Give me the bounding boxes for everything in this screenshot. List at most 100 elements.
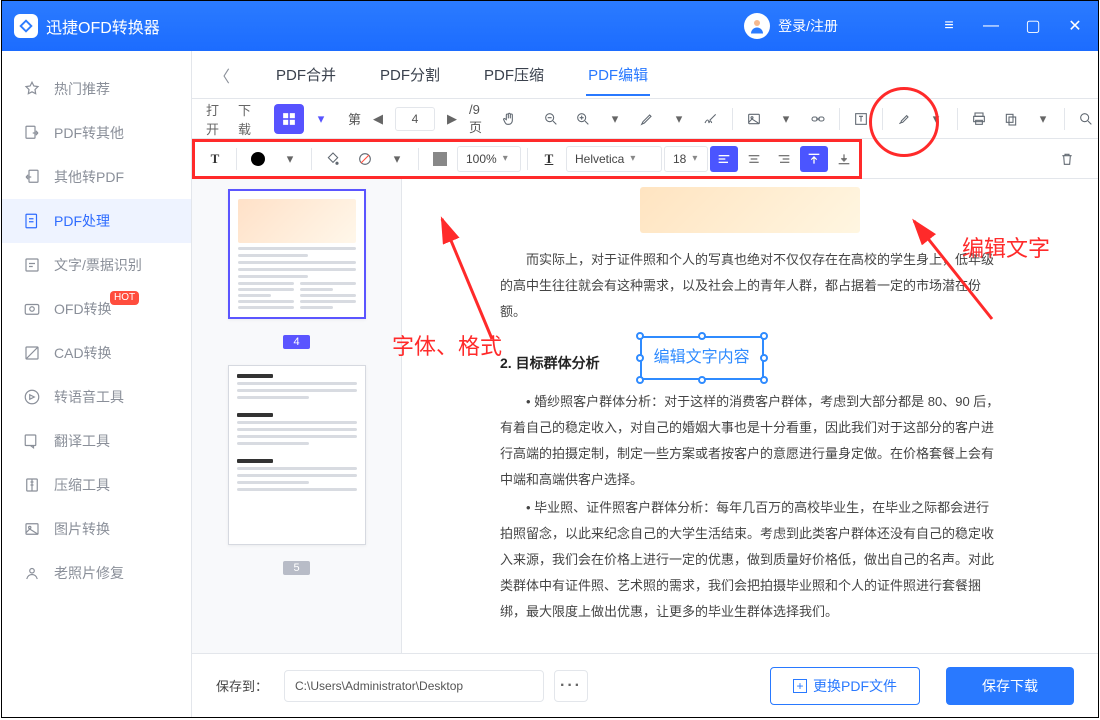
thumb-page-5[interactable] [228,365,366,545]
sidebar-item-hot[interactable]: 热门推荐 [2,67,191,111]
page-prefix: 第 [348,109,361,128]
d3[interactable]: ▾ [921,104,951,134]
page-current[interactable]: 4 [395,107,435,131]
star-icon [22,79,42,99]
fill-icon[interactable] [318,144,348,174]
user-area[interactable]: 登录/注册 [744,13,838,39]
tab-compress[interactable]: PDF压缩 [482,54,546,95]
no-fill-icon[interactable] [350,144,380,174]
sidebar-item-compress[interactable]: 压缩工具 [2,463,191,507]
toolbar-text-format: T ▾ ▾ 100% T Helvetica 18 [192,139,1098,179]
thumb-page-4[interactable] [228,189,366,319]
browse-button[interactable]: ··· [554,670,588,702]
sidebar-item-label: 其他转PDF [54,167,124,187]
align-right-icon[interactable] [770,146,798,172]
font-family-select[interactable]: Helvetica [566,146,662,172]
valign-top-icon[interactable] [800,146,828,172]
link-icon[interactable] [803,104,833,134]
zoom-in-icon[interactable] [568,104,598,134]
opacity-select[interactable]: 100% [457,146,521,172]
brush-icon[interactable] [889,104,919,134]
sidebar-item-ocr[interactable]: 文字/票据识别 [2,243,191,287]
color-dd[interactable]: ▾ [275,144,305,174]
valign-bottom-icon[interactable] [830,146,858,172]
download-button[interactable]: 下载 [232,104,262,134]
zoom-dropdown-icon[interactable]: ▾ [600,104,630,134]
font-icon[interactable]: T [534,144,564,174]
sidebar-item-pdf-to-other[interactable]: PDF转其他 [2,111,191,155]
main-area: 〈 PDF合并 PDF分割 PDF压缩 PDF编辑 打开 下载 ▾ 第 ◀ 4 … [192,51,1098,717]
menu-icon[interactable]: ≡ [938,17,960,35]
sidebar-item-label: OFD转换 [54,299,112,319]
paragraph: • 毕业照、证件照客户群体分析：每年几百万的高校毕业生，在毕业之际都会进行拍照留… [500,495,1000,625]
maximize-icon[interactable]: ▢ [1022,16,1044,36]
sidebar-item-label: 热门推荐 [54,79,110,99]
align-left-icon[interactable] [710,146,738,172]
sidebar-item-audio[interactable]: 转语音工具 [2,375,191,419]
export-icon [22,123,42,143]
align-center-icon[interactable] [740,146,768,172]
restore-icon [22,563,42,583]
sidebar-item-translate[interactable]: 翻译工具 [2,419,191,463]
prev-page-icon[interactable]: ◀ [363,104,393,134]
thumbnail-panel[interactable]: 4 5 [192,179,402,653]
import-icon [22,167,42,187]
sidebar-item-cad[interactable]: CAD转换 [2,331,191,375]
page-total: /9 页 [469,102,482,136]
doc-image-placeholder [640,187,860,233]
document-view[interactable]: 而实际上，对于证件照和个人的写真也绝对不仅仅存在在高校的学生身上，低年级的高中生… [402,179,1098,653]
signature-icon[interactable] [696,104,726,134]
compress-icon [22,475,42,495]
change-pdf-label: 更换PDF文件 [813,676,897,696]
app-logo-icon [14,14,38,38]
process-icon [22,211,42,231]
font-size-select[interactable]: 18 [664,146,708,172]
sidebar-item-image[interactable]: 图片转换 [2,507,191,551]
thumb-label-4: 4 [283,335,309,349]
tab-edit[interactable]: PDF编辑 [586,54,650,95]
save-download-button[interactable]: 保存下载 [946,667,1074,705]
highlight-icon[interactable] [632,104,662,134]
save-path-input[interactable]: C:\Users\Administrator\Desktop [284,670,544,702]
sidebar-item-photo-restore[interactable]: 老照片修复 [2,551,191,595]
d2[interactable]: ▾ [771,104,801,134]
sidebar: 热门推荐 PDF转其他 其他转PDF PDF处理 文字/票据识别 OFD转换HO… [2,51,192,717]
editable-text-box[interactable]: 编辑文字内容 [640,336,764,380]
d1[interactable]: ▾ [664,104,694,134]
back-button[interactable]: 〈 [214,63,230,87]
search-icon[interactable] [1071,104,1099,134]
close-icon[interactable]: ✕ [1064,16,1086,36]
tab-split[interactable]: PDF分割 [378,54,442,95]
change-pdf-button[interactable]: +更换PDF文件 [770,667,920,705]
open-button[interactable]: 打开 [200,104,230,134]
sidebar-item-label: 翻译工具 [54,431,110,451]
color-swatch[interactable] [243,144,273,174]
d4[interactable]: ▾ [1028,104,1058,134]
delete-icon[interactable] [1052,144,1082,174]
thumbnail-view-button[interactable] [274,104,304,134]
copy-icon[interactable] [996,104,1026,134]
tab-merge[interactable]: PDF合并 [274,54,338,95]
view-dropdown-icon[interactable]: ▾ [306,104,336,134]
next-page-icon[interactable]: ▶ [437,104,467,134]
edit-text-tool-icon[interactable] [846,104,876,134]
titlebar: 迅捷OFD转换器 登录/注册 ≡ — ▢ ✕ [2,1,1098,51]
login-label[interactable]: 登录/注册 [778,16,838,36]
opacity-swatch-icon[interactable] [425,144,455,174]
fill-dd[interactable]: ▾ [382,144,412,174]
insert-image-icon[interactable] [739,104,769,134]
sidebar-item-ofd[interactable]: OFD转换HOT [2,287,191,331]
paragraph: • 婚纱照客户群体分析：对于这样的消费客户群体，考虑到大部分都是 80、90 后… [500,389,1000,493]
sidebar-item-label: 老照片修复 [54,563,124,583]
sidebar-item-label: 图片转换 [54,519,110,539]
page-canvas: 而实际上，对于证件照和个人的写真也绝对不仅仅存在在高校的学生身上，低年级的高中生… [490,179,1010,653]
sidebar-item-other-to-pdf[interactable]: 其他转PDF [2,155,191,199]
hand-tool-icon[interactable] [494,104,524,134]
app-window: 迅捷OFD转换器 登录/注册 ≡ — ▢ ✕ 热门推荐 PDF转其他 其他转PD… [1,0,1099,718]
print-icon[interactable] [964,104,994,134]
sidebar-item-pdf-process[interactable]: PDF处理 [2,199,191,243]
minimize-icon[interactable]: — [980,17,1002,35]
sidebar-item-label: PDF转其他 [54,123,124,143]
text-tool-icon[interactable]: T [200,144,230,174]
zoom-out-icon[interactable] [536,104,566,134]
